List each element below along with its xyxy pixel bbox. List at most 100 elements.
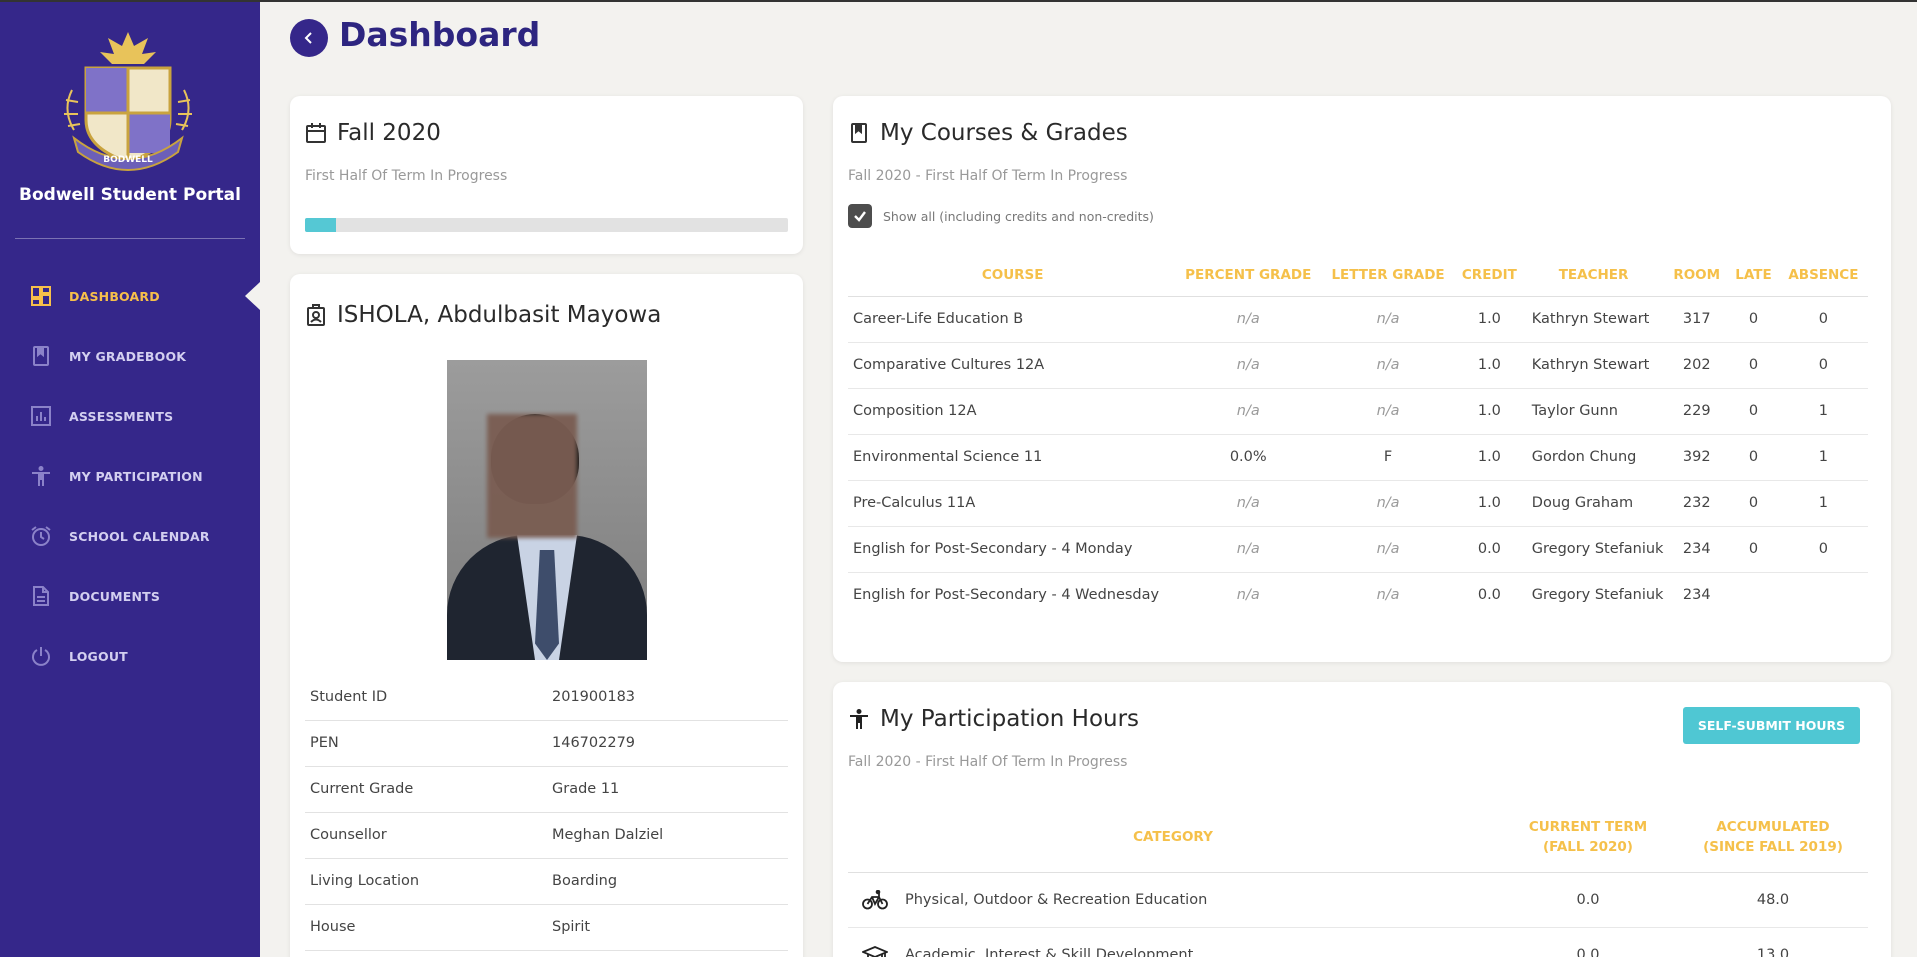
sidebar-item-label: DOCUMENTS — [69, 588, 161, 604]
room: 317 — [1665, 296, 1729, 343]
info-value: Meghan Dalziel — [547, 812, 788, 859]
calendar-icon — [305, 122, 327, 144]
table-row: Composition 12A n/a n/a 1.0 Taylor Gunn … — [848, 388, 1868, 435]
col-header-room[interactable]: ROOM — [1665, 254, 1729, 297]
self-submit-hours-button[interactable]: SELF-SUBMIT HOURS — [1683, 707, 1860, 744]
bicycle-icon — [862, 889, 888, 911]
participation-subtitle: Fall 2020 - First Half Of Term In Progre… — [848, 754, 1128, 770]
room: 202 — [1665, 342, 1729, 389]
alarm-clock-icon — [30, 525, 52, 547]
category-name: Academic, Interest & Skill Development — [905, 946, 1194, 957]
col-header-percent-grade[interactable]: PERCENT GRADE — [1177, 254, 1320, 297]
student-photo — [447, 360, 647, 660]
course-name: Career-Life Education B — [848, 296, 1178, 343]
accumulated-header-line2: (SINCE FALL 2019) — [1703, 838, 1843, 855]
info-value: Boarding — [547, 858, 788, 905]
person-icon — [848, 708, 870, 730]
participation-card: My Participation Hours Fall 2020 - First… — [833, 682, 1891, 957]
credit: 1.0 — [1456, 480, 1522, 527]
sidebar-item-label: LOGOUT — [69, 648, 128, 664]
col-header-late[interactable]: LATE — [1728, 254, 1779, 297]
dashboard-icon — [30, 285, 52, 307]
sidebar-item-assessments[interactable]: ASSESSMENTS — [0, 386, 260, 446]
absence: 1 — [1778, 388, 1868, 435]
back-button[interactable] — [290, 19, 328, 57]
courses-card-title: My Courses & Grades — [848, 120, 1128, 146]
show-all-label: Show all (including credits and non-cred… — [883, 208, 1154, 224]
participation-header-row: CATEGORY CURRENT TERM (FALL 2020) ACCUMU… — [848, 802, 1868, 873]
col-header-current-term: CURRENT TERM (FALL 2020) — [1498, 802, 1678, 873]
letter-grade: F — [1319, 434, 1457, 481]
info-label: Counsellor — [305, 812, 547, 859]
svg-text:BODWELL: BODWELL — [103, 155, 153, 165]
credit: 1.0 — [1456, 434, 1522, 481]
credit: 0.0 — [1477, 587, 1501, 604]
credit: 1.0 — [1456, 388, 1522, 435]
absence: 0 — [1778, 342, 1868, 389]
percent-grade: n/a — [1177, 526, 1320, 573]
room: 234 — [1682, 587, 1711, 604]
portal-title: Bodwell Student Portal — [19, 185, 241, 205]
term-progress-bar — [305, 218, 788, 232]
term-card: Fall 2020 First Half Of Term In Progress — [290, 96, 803, 254]
sidebar-item-dashboard[interactable]: DASHBOARD — [0, 266, 260, 326]
teacher: Kathryn Stewart — [1521, 296, 1666, 343]
credit: 1.0 — [1456, 296, 1522, 343]
percent-grade: n/a — [1177, 480, 1320, 527]
sidebar-nav: DASHBOARD MY GRADEBOOK ASSESSMENTS MY PA… — [0, 266, 260, 686]
absence — [1779, 572, 1868, 618]
courses-table: COURSE PERCENT GRADE LETTER GRADE CREDIT… — [848, 254, 1868, 618]
col-header-teacher[interactable]: TEACHER — [1521, 254, 1666, 297]
sidebar-item-school-calendar[interactable]: SCHOOL CALENDAR — [0, 506, 260, 566]
absence: 0 — [1778, 296, 1868, 343]
course-name: Environmental Science 11 — [848, 434, 1178, 481]
term-title: Fall 2020 — [337, 120, 441, 146]
sidebar-item-my-participation[interactable]: MY PARTICIPATION — [0, 446, 260, 506]
show-all-checkbox[interactable] — [848, 204, 872, 228]
sidebar-item-documents[interactable]: DOCUMENTS — [0, 566, 260, 626]
room: 392 — [1665, 434, 1729, 481]
current-term-hours: 0.0 — [1498, 872, 1678, 928]
table-row: English for Post-Secondary - 4 Monday n/… — [848, 526, 1868, 573]
table-row: English for Post-Secondary - 4 Wednesday… — [848, 572, 1868, 618]
bar-chart-icon — [30, 405, 52, 427]
book-icon — [848, 122, 870, 144]
info-row: Living Location Boarding — [305, 858, 788, 905]
sidebar-item-my-gradebook[interactable]: MY GRADEBOOK — [0, 326, 260, 386]
info-label: House — [305, 904, 547, 951]
info-row: Counsellor Meghan Dalziel — [305, 812, 788, 859]
profile-card-title: ISHOLA, Abdulbasit Mayowa — [305, 302, 661, 328]
late: 0 — [1728, 480, 1779, 527]
col-header-course[interactable]: COURSE — [848, 254, 1178, 297]
table-row: Physical, Outdoor & Recreation Education… — [848, 872, 1868, 928]
student-info-table: Student ID 201900183 PEN 146702279 Current… — [305, 674, 788, 951]
participation-title: My Participation Hours — [880, 706, 1140, 732]
letter-grade: n/a — [1319, 526, 1457, 573]
courses-subtitle: Fall 2020 - First Half Of Term In Progre… — [848, 168, 1128, 184]
participation-table: CATEGORY CURRENT TERM (FALL 2020) ACCUMU… — [848, 802, 1868, 957]
col-header-category: CATEGORY — [848, 802, 1498, 873]
percent-grade: 0.0% — [1177, 434, 1320, 481]
percent-grade: n/a — [1177, 296, 1320, 343]
term-status: First Half Of Term In Progress — [305, 168, 508, 184]
accumulated-header-line1: ACCUMULATED — [1716, 818, 1830, 835]
sidebar: BODWELL Bodwell Student Portal DASHBOARD… — [0, 0, 260, 957]
courses-card: My Courses & Grades Fall 2020 - First Ha… — [833, 96, 1891, 662]
sidebar-item-label: MY GRADEBOOK — [69, 348, 187, 364]
table-row: Comparative Cultures 12A n/a n/a 1.0 Kat… — [848, 342, 1868, 389]
room: 232 — [1665, 480, 1729, 527]
col-header-accumulated: ACCUMULATED (SINCE FALL 2019) — [1678, 802, 1868, 873]
current-term-hours: 0.0 — [1498, 927, 1678, 957]
col-header-letter-grade[interactable]: LETTER GRADE — [1319, 254, 1457, 297]
course-name: English for Post-Secondary - 4 Monday — [848, 526, 1178, 573]
col-header-absence[interactable]: ABSENCE — [1778, 254, 1868, 297]
sidebar-item-logout[interactable]: LOGOUT — [0, 626, 260, 686]
teacher: Gregory Stefaniuk — [1521, 526, 1666, 573]
teacher: Gordon Chung — [1521, 434, 1666, 481]
late: 0 — [1728, 526, 1779, 573]
col-header-credit[interactable]: CREDIT — [1456, 254, 1522, 297]
info-label: Living Location — [305, 858, 547, 905]
window-top-edge — [0, 0, 1917, 2]
absence: 1 — [1778, 480, 1868, 527]
info-row: PEN 146702279 — [305, 720, 788, 767]
